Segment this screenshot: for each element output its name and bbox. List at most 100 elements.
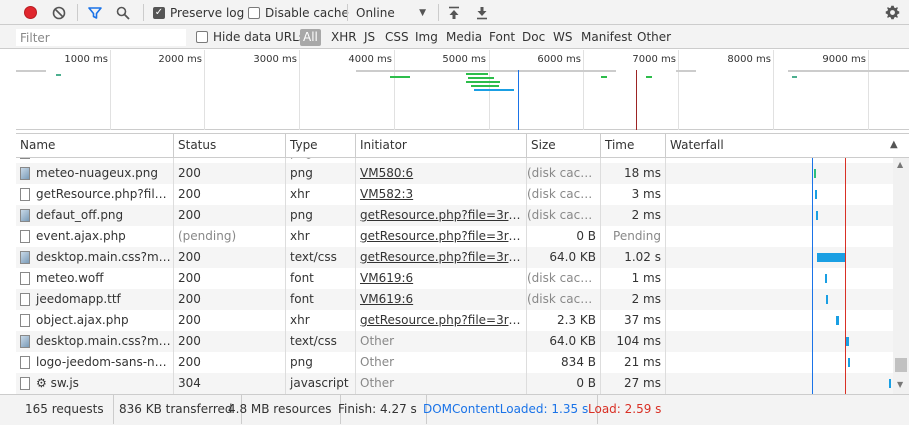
- table-row[interactable]: event.ajax.php (pending) xhr getResource.ph…: [16, 226, 893, 247]
- waterfall-bar: [889, 379, 891, 388]
- preserve-log-checkbox[interactable]: ✓ Preserve log: [153, 0, 244, 25]
- cell-status: 200: [174, 268, 286, 289]
- export-har-button[interactable]: [476, 0, 488, 25]
- type-filter-js[interactable]: JS: [364, 29, 375, 46]
- throttling-value: Online: [356, 5, 395, 20]
- search-button[interactable]: [116, 0, 130, 25]
- cell-name: defaut_off.png: [16, 205, 174, 226]
- overview-activity: [356, 70, 616, 72]
- scrollbar-thumb[interactable]: [895, 358, 907, 372]
- cell-initiator[interactable]: getResource.php?file=3rdpa...: [356, 205, 527, 226]
- waterfall-bar: [825, 274, 827, 283]
- record-button[interactable]: [24, 0, 37, 25]
- filter-toggle-button[interactable]: [88, 0, 102, 25]
- column-header-status[interactable]: Status: [174, 134, 286, 157]
- clear-button[interactable]: [52, 0, 66, 25]
- table-row[interactable]: desktop.main.css?md5... 200 text/css Other 6…: [16, 331, 893, 352]
- table-row[interactable]: ⚙ sw.js 304 javascript Other 0 B 27 ms: [16, 373, 893, 394]
- filter-input[interactable]: [16, 29, 186, 46]
- overview-activity: [646, 76, 652, 78]
- request-name: desktop.main.css?md5...: [36, 334, 174, 348]
- cell-size: 0 B: [527, 226, 601, 247]
- cell-initiator[interactable]: VM619:6: [356, 289, 527, 310]
- timeline-overview[interactable]: 1000 ms 2000 ms 3000 ms 4000 ms 5000 ms …: [16, 50, 909, 130]
- cell-status: 200: [174, 331, 286, 352]
- sort-ascending-icon[interactable]: ▲: [890, 139, 898, 150]
- cell-time: Pending: [601, 226, 666, 247]
- cell-initiator[interactable]: getResource.php?file=3rdpa...: [356, 310, 527, 331]
- type-filter-img[interactable]: Img: [415, 29, 438, 46]
- table-row[interactable]: logo-jeedom-sans-no... 200 png Other 834 B 21…: [16, 352, 893, 373]
- type-filter-manifest[interactable]: Manifest: [581, 29, 632, 46]
- cell-name: meteo-nuageux.png: [16, 163, 174, 184]
- dom-content-loaded-time: DOMContentLoaded: 1.35 s: [414, 395, 599, 424]
- table-row[interactable]: defaut_off.png 200 png getResource.php?file…: [16, 205, 893, 226]
- cell-type: xhr: [286, 226, 356, 247]
- column-header-name[interactable]: Name: [16, 134, 174, 157]
- cell-initiator[interactable]: VM580:6: [356, 163, 527, 184]
- table-row[interactable]: jeedomapp.ttf 200 font VM619:6 (disk cache) 2…: [16, 289, 893, 310]
- cell-initiator[interactable]: getResource.php?file=3rdpa...: [356, 226, 527, 247]
- table-row[interactable]: desktop.main.css?md5... 200 text/css getRes…: [16, 247, 893, 268]
- column-header-time[interactable]: Time: [601, 134, 666, 157]
- cell-initiator[interactable]: VM619:6: [356, 268, 527, 289]
- type-filter-other[interactable]: Other: [637, 29, 671, 46]
- cell-time: 2 ms: [601, 289, 666, 310]
- disable-cache-checkbox[interactable]: Disable cache: [248, 0, 349, 25]
- cell-name: desktop.main.css?md5...: [16, 247, 174, 268]
- finish-time: Finish: 4.27 s: [329, 395, 427, 424]
- overview-activity: [471, 85, 499, 87]
- request-name: ⚙ sw.js: [36, 376, 79, 390]
- table-row[interactable]: meteo-nuageux.png 200 png VM580:6 (disk cach…: [16, 163, 893, 184]
- cell-type: xhr: [286, 310, 356, 331]
- overview-activity: [16, 70, 46, 72]
- type-filter-media[interactable]: Media: [446, 29, 482, 46]
- type-filter-css[interactable]: CSS: [385, 29, 409, 46]
- column-header-waterfall[interactable]: Waterfall: [666, 134, 909, 157]
- table-row[interactable]: getResource.php?file=... 200 xhr VM582:3 (di…: [16, 184, 893, 205]
- cell-initiator[interactable]: VM582:3: [356, 184, 527, 205]
- cell-type: png: [286, 352, 356, 373]
- document-file-icon: [20, 272, 30, 285]
- column-header-type[interactable]: Type: [286, 134, 356, 157]
- request-name: desktop.main.css?md5...: [36, 250, 174, 264]
- filter-bar: Hide data URLs All XHR JS CSS Img Media …: [0, 25, 909, 49]
- dom-content-loaded-line: [812, 158, 813, 394]
- type-filter-ws[interactable]: WS: [553, 29, 572, 46]
- waterfall-bar: [815, 190, 817, 199]
- overview-tick-label: 2000 ms: [158, 54, 202, 65]
- cell-name: getResource.php?file=...: [16, 184, 174, 205]
- waterfall-bar: [814, 169, 816, 178]
- throttling-select[interactable]: Online ▼: [356, 0, 428, 25]
- overview-activity: [466, 81, 500, 83]
- scroll-up-icon[interactable]: ▲: [897, 160, 903, 169]
- import-har-button[interactable]: [448, 0, 460, 25]
- cell-initiator[interactable]: getResource.php?file=3rdpa...: [356, 247, 527, 268]
- search-icon: [116, 6, 130, 20]
- cell-name: event.ajax.php: [16, 226, 174, 247]
- type-filter-doc[interactable]: Doc: [522, 29, 545, 46]
- scroll-down-icon[interactable]: ▼: [897, 380, 903, 389]
- settings-button[interactable]: [885, 0, 900, 25]
- cell-status: 200: [174, 289, 286, 310]
- type-filter-all[interactable]: All: [300, 29, 321, 46]
- table-scrollbar[interactable]: ▲ ▼: [893, 158, 909, 394]
- dcl-marker: [518, 70, 519, 130]
- type-filter-font[interactable]: Font: [489, 29, 515, 46]
- cell-status: 200: [174, 247, 286, 268]
- column-header-initiator[interactable]: Initiator: [356, 134, 527, 157]
- table-row[interactable]: meteo.woff 200 font VM619:6 (disk cache) 1 ms: [16, 268, 893, 289]
- table-row[interactable]: object.ajax.php 200 xhr getResource.php?fil…: [16, 310, 893, 331]
- cell-size: 0 B: [527, 373, 601, 394]
- image-file-icon: [20, 209, 30, 222]
- load-line: [845, 158, 846, 394]
- overview-tick-label: 3000 ms: [253, 54, 297, 65]
- cell-time: 1.02 s: [601, 247, 666, 268]
- waterfall-bar: [836, 316, 839, 325]
- type-filter-xhr[interactable]: XHR: [331, 29, 357, 46]
- cell-size: 2.3 KB: [527, 310, 601, 331]
- document-file-icon: [20, 377, 30, 390]
- column-header-size[interactable]: Size: [527, 134, 601, 157]
- hide-data-urls-checkbox[interactable]: Hide data URLs: [196, 25, 305, 49]
- cell-size: 64.0 KB: [527, 247, 601, 268]
